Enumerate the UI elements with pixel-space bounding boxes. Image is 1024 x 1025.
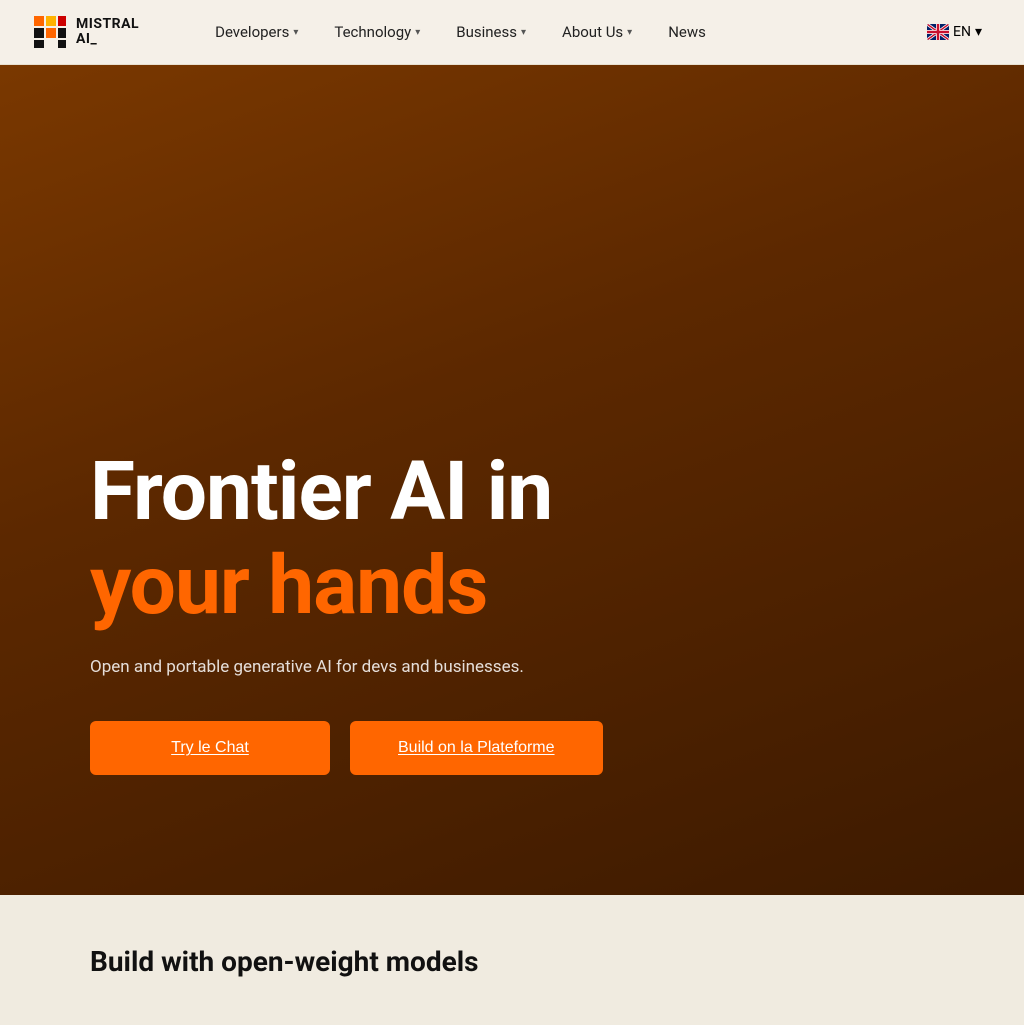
build-on-plateforme-button[interactable]: Build on la Plateforme: [350, 721, 603, 775]
try-le-chat-button[interactable]: Try le Chat: [90, 721, 330, 775]
bottom-title: Build with open-weight models: [90, 945, 934, 978]
nav-item-technology[interactable]: Technology ▾: [318, 15, 436, 49]
nav-item-about-us[interactable]: About Us ▾: [546, 15, 648, 49]
logo-icon: [32, 14, 68, 50]
lang-label: EN: [953, 24, 971, 40]
nav-item-developers[interactable]: Developers ▾: [199, 15, 314, 49]
hero-subtext: Open and portable generative AI for devs…: [90, 657, 934, 677]
chevron-down-icon: ▾: [975, 24, 982, 40]
logo[interactable]: MISTRAL AI_: [32, 14, 139, 50]
nav-links: Developers ▾ Technology ▾ Business ▾ Abo…: [199, 15, 917, 49]
hero-headline-orange: your hands: [90, 543, 934, 629]
hero-section: Frontier AI in your hands Open and porta…: [0, 65, 1024, 895]
nav-item-news[interactable]: News: [652, 15, 722, 49]
hero-buttons: Try le Chat Build on la Plateforme: [90, 721, 934, 775]
uk-flag-icon: [927, 24, 949, 40]
logo-text: MISTRAL AI_: [76, 17, 139, 48]
hero-headline-white: Frontier AI in: [90, 449, 934, 535]
chevron-down-icon: ▾: [627, 27, 632, 38]
nav-item-business[interactable]: Business ▾: [440, 15, 542, 49]
bottom-section: Build with open-weight models: [0, 895, 1024, 1025]
chevron-down-icon: ▾: [415, 27, 420, 38]
navbar: MISTRAL AI_ Developers ▾ Technology ▾ Bu…: [0, 0, 1024, 65]
chevron-down-icon: ▾: [521, 27, 526, 38]
nav-right: EN ▾: [917, 18, 992, 46]
language-selector[interactable]: EN ▾: [917, 18, 992, 46]
chevron-down-icon: ▾: [293, 27, 298, 38]
